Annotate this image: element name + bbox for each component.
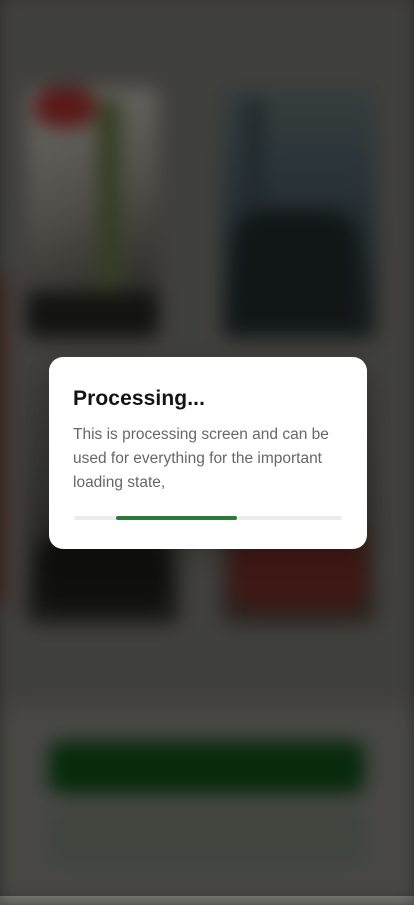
processing-dialog: Processing... This is processing screen … (49, 357, 367, 549)
dialog-title: Processing... (73, 387, 206, 410)
status-bar (0, 0, 414, 20)
dialog-message: This is processing screen and can be use… (73, 426, 329, 491)
progress-bar-fill (115, 516, 238, 520)
progress-bar-track (74, 516, 342, 520)
